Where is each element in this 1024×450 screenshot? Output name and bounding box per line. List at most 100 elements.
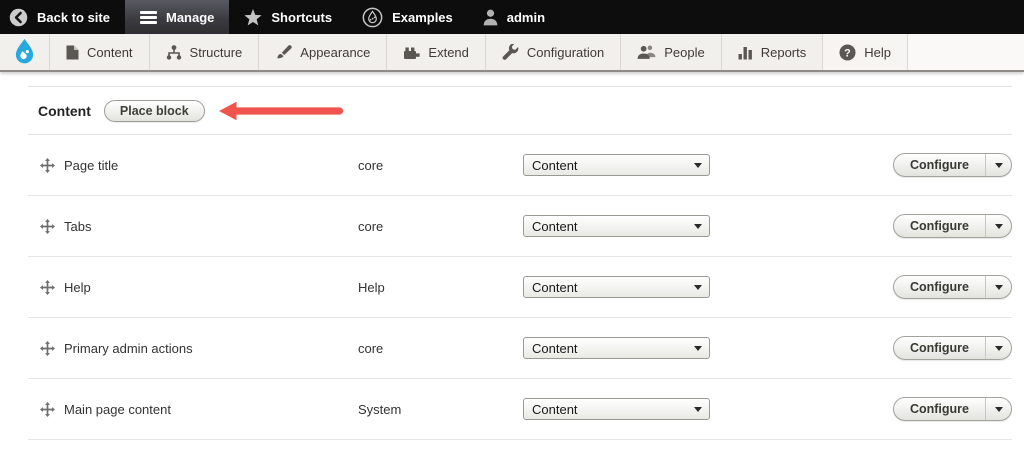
chevron-down-icon	[694, 223, 702, 229]
chevron-down-icon	[694, 406, 702, 412]
table-row: Main page content System Content Configu…	[28, 379, 1012, 440]
tray-empty-space	[908, 34, 1024, 70]
chevron-down-icon	[994, 406, 1003, 412]
region-select[interactable]: Content	[523, 154, 710, 176]
region-select-value: Content	[532, 157, 578, 173]
region-select[interactable]: Content	[523, 337, 710, 359]
chevron-down-icon	[994, 345, 1003, 351]
menu-item-help[interactable]: ? Help	[823, 34, 908, 70]
configure-toggle-button[interactable]	[985, 215, 1011, 237]
menu-appearance-label: Appearance	[300, 44, 371, 60]
region-select-value: Content	[532, 279, 578, 295]
table-row: Primary admin actions core Content Confi…	[28, 318, 1012, 379]
chevron-down-icon	[994, 284, 1003, 290]
configure-dropbutton: Configure	[892, 153, 1012, 177]
block-label: Primary admin actions	[64, 340, 193, 356]
configure-dropbutton: Configure	[892, 336, 1012, 360]
menu-people-label: People	[664, 44, 705, 60]
region-select-value: Content	[532, 218, 578, 234]
svg-text:?: ?	[844, 47, 851, 59]
toolbar-item-shortcuts[interactable]: Shortcuts	[229, 0, 347, 34]
module-icon	[403, 45, 421, 60]
configure-dropbutton: Configure	[892, 275, 1012, 299]
block-provider: Help	[358, 279, 385, 295]
paintbrush-icon	[275, 44, 292, 60]
configure-toggle-button[interactable]	[985, 276, 1011, 298]
drag-handle-icon[interactable]	[40, 218, 64, 234]
place-block-button[interactable]: Place block	[103, 99, 205, 122]
region-select-value: Content	[532, 340, 578, 356]
menu-item-appearance[interactable]: Appearance	[259, 34, 388, 70]
back-to-site-button[interactable]: Back to site	[0, 0, 125, 34]
back-to-site-label: Back to site	[37, 9, 110, 25]
red-arrow-annotation-icon	[218, 100, 344, 122]
table-row: Help Help Content Configure	[28, 257, 1012, 318]
examples-label: Examples	[392, 9, 453, 25]
block-layout-content: Content Place block Page title core Cont…	[0, 72, 1024, 440]
manage-label: Manage	[165, 9, 215, 25]
block-provider: core	[358, 340, 384, 356]
user-icon	[483, 9, 498, 26]
chevron-down-icon	[694, 162, 702, 168]
configure-button[interactable]: Configure	[894, 276, 985, 298]
toolbar-item-admin-user[interactable]: admin	[468, 0, 560, 34]
chevron-down-icon	[994, 223, 1003, 229]
help-circle-icon: ?	[839, 43, 856, 61]
menu-item-reports[interactable]: Reports	[721, 34, 824, 70]
back-icon	[9, 8, 28, 27]
drag-handle-icon[interactable]	[40, 157, 64, 173]
block-provider: core	[358, 218, 384, 234]
menu-configuration-label: Configuration	[526, 44, 605, 60]
drupal-home-button[interactable]	[0, 34, 50, 70]
chevron-down-icon	[694, 345, 702, 351]
drupal-logo-icon	[11, 38, 38, 66]
menu-item-configuration[interactable]: Configuration	[485, 34, 622, 70]
region-select[interactable]: Content	[523, 215, 710, 237]
block-provider: System	[358, 401, 402, 417]
menu-item-people[interactable]: People	[621, 34, 722, 70]
menu-help-label: Help	[864, 44, 891, 60]
toolbar-item-manage[interactable]: Manage	[124, 0, 230, 34]
block-label: Tabs	[64, 218, 92, 234]
star-icon	[244, 8, 262, 26]
toolbar-item-examples[interactable]: Examples	[347, 0, 468, 34]
configure-button[interactable]: Configure	[894, 398, 985, 420]
droplet-outline-icon	[362, 7, 383, 28]
configure-button[interactable]: Configure	[894, 337, 985, 359]
configure-dropbutton: Configure	[892, 214, 1012, 238]
file-icon	[66, 45, 79, 60]
table-row: Tabs core Content Configure	[28, 196, 1012, 257]
menu-item-structure[interactable]: Structure	[149, 34, 260, 70]
menu-extend-label: Extend	[428, 44, 469, 60]
configure-toggle-button[interactable]	[985, 154, 1011, 176]
hamburger-icon	[139, 10, 157, 24]
menu-structure-label: Structure	[189, 44, 243, 60]
region-title: Content	[38, 102, 91, 119]
menu-reports-label: Reports	[760, 44, 807, 60]
menu-item-content[interactable]: Content	[50, 34, 150, 70]
admin-toolbar: Back to site Manage Shortcuts Examples a…	[0, 0, 1024, 34]
drag-handle-icon[interactable]	[40, 279, 64, 295]
sitemap-icon	[166, 44, 182, 60]
block-label: Help	[64, 279, 91, 295]
drag-handle-icon[interactable]	[40, 340, 64, 356]
block-provider: core	[358, 157, 384, 173]
region-header-content: Content Place block	[28, 86, 1012, 135]
configure-toggle-button[interactable]	[985, 337, 1011, 359]
configure-toggle-button[interactable]	[985, 398, 1011, 420]
region-select-value: Content	[532, 401, 578, 417]
region-select[interactable]: Content	[523, 276, 710, 298]
admin-menu-tray: Content Structure Appearance Extend Conf…	[0, 34, 1024, 72]
block-label: Main page content	[64, 401, 171, 417]
table-row: Page title core Content Configure	[28, 135, 1012, 196]
region-select[interactable]: Content	[523, 398, 710, 420]
shortcuts-label: Shortcuts	[271, 9, 333, 25]
people-icon	[637, 44, 656, 60]
drag-handle-icon[interactable]	[40, 401, 64, 417]
configure-button[interactable]: Configure	[894, 215, 985, 237]
configure-button[interactable]: Configure	[894, 154, 985, 176]
chevron-down-icon	[694, 284, 702, 290]
bar-chart-icon	[738, 45, 753, 60]
chevron-down-icon	[994, 162, 1003, 168]
menu-item-extend[interactable]: Extend	[387, 34, 486, 70]
